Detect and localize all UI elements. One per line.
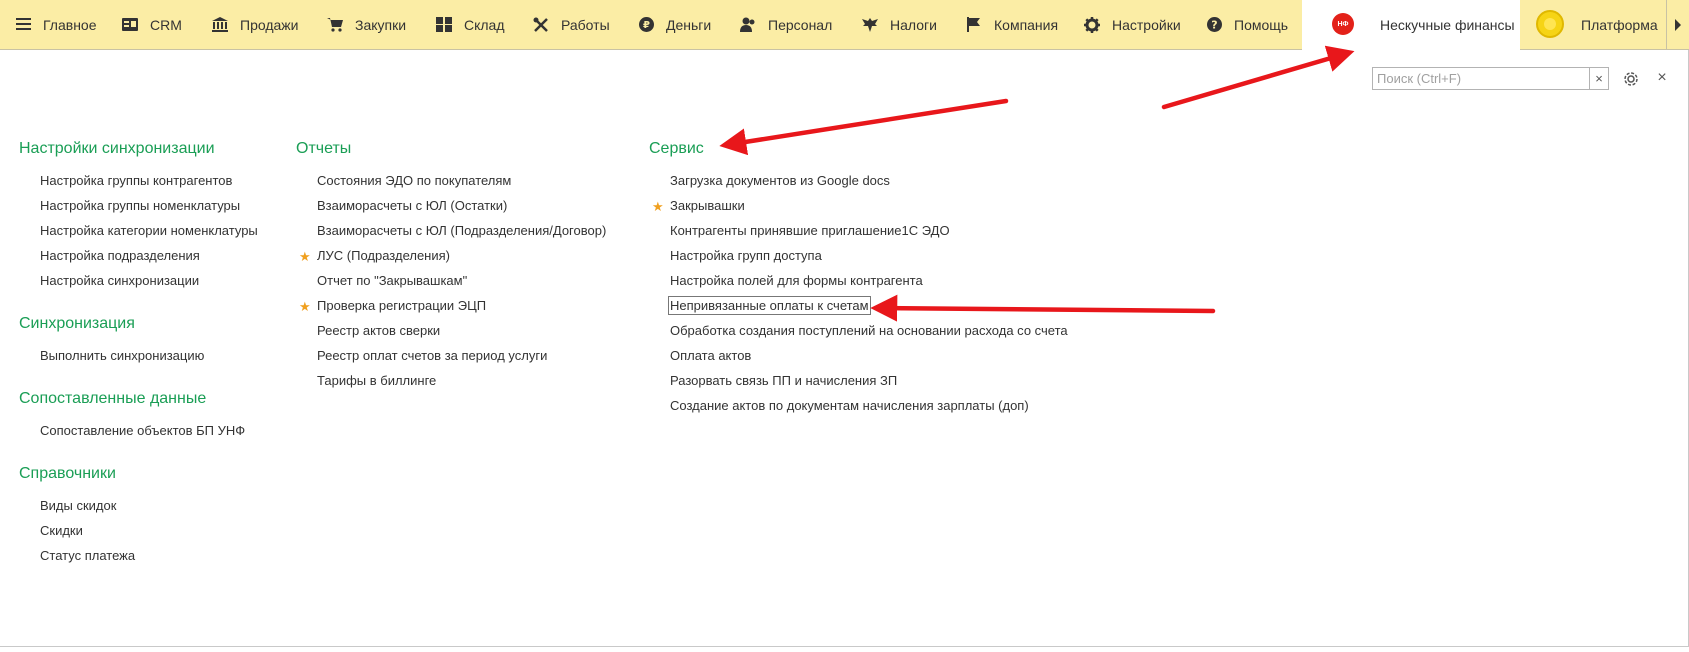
nav-item-label: Склад (464, 16, 505, 33)
menu-scroll-right-button[interactable] (1666, 0, 1689, 49)
nav-item-crm[interactable]: CRM (122, 0, 182, 49)
menu-link[interactable]: Взаиморасчеты с ЮЛ (Подразделения/Догово… (317, 223, 606, 238)
nav-item-label: Компания (994, 16, 1059, 33)
cart-icon (327, 17, 343, 33)
nav-item-main[interactable]: Главное (15, 0, 97, 49)
arrow-to-service-section (719, 98, 1009, 156)
menu-link[interactable]: Настройка группы номенклатуры (40, 198, 240, 213)
nav-item-label: Персонал (768, 16, 833, 33)
warehouse-icon (436, 17, 452, 33)
section-title: Справочники (19, 465, 116, 482)
nav-item-sales[interactable]: Продажи (212, 0, 298, 49)
platform-logo-icon (1536, 10, 1564, 38)
menu-link[interactable]: Контрагенты принявшие приглашение1С ЭДО (670, 223, 950, 238)
favorite-star-icon: ★ (652, 199, 664, 214)
menu-link[interactable]: Скидки (40, 523, 83, 538)
arrow-to-boring-finance (1161, 45, 1355, 110)
nf-logo-icon: НФ (1332, 13, 1354, 35)
search-field[interactable] (1372, 67, 1609, 90)
nav-item-help[interactable]: ? Помощь (1206, 0, 1288, 49)
flag-icon (966, 17, 982, 33)
menu-link[interactable]: Настройка полей для формы контрагента (670, 273, 923, 288)
nav-item-taxes[interactable]: Налоги (862, 0, 937, 49)
bank-icon (212, 17, 228, 33)
people-icon (740, 17, 756, 33)
menu-link[interactable]: Виды скидок (40, 498, 116, 513)
nav-item-company[interactable]: Компания (966, 0, 1058, 49)
svg-text:₽: ₽ (643, 20, 650, 31)
nav-item-label: CRM (150, 16, 182, 33)
nav-item-personnel[interactable]: Персонал (740, 0, 832, 49)
nav-item-settings[interactable]: Настройки (1084, 0, 1181, 49)
tools-icon (533, 17, 549, 33)
nav-item-label: Работы (561, 16, 610, 33)
menu-link[interactable]: Настройка подразделения (40, 248, 200, 263)
nav-item-label: Деньги (666, 16, 712, 33)
menu-link[interactable]: Обработка создания поступлений на основа… (670, 323, 1068, 338)
menu-link[interactable]: Настройка групп доступа (670, 248, 822, 263)
menu-link[interactable]: Реестр актов сверки (317, 323, 440, 338)
menu-link[interactable]: Настройка группы контрагентов (40, 173, 232, 188)
eagle-icon (862, 17, 878, 33)
section-title: Сервис (649, 140, 704, 157)
nav-item-label: Продажи (240, 16, 299, 33)
section-title: Отчеты (296, 140, 352, 157)
nav-item-label: Нескучные финансы (1380, 16, 1515, 33)
nav-item-label: Настройки (1112, 16, 1181, 33)
arrow-to-unlinked-payments (870, 294, 1216, 322)
nav-item-platform[interactable]: Платформа (1581, 0, 1658, 49)
menu-link[interactable]: Закрывашки (670, 198, 745, 213)
search-input[interactable] (1373, 68, 1601, 89)
nav-item-purchases[interactable]: Закупки (327, 0, 406, 49)
menu-link[interactable]: Сопоставление объектов БП УНФ (40, 423, 245, 438)
nav-item-label: Закупки (355, 16, 407, 33)
section-title: Синхронизация (19, 315, 135, 332)
svg-text:?: ? (1211, 19, 1217, 32)
crm-icon (122, 17, 138, 33)
section-title: Сопоставленные данные (19, 390, 207, 407)
nav-item-works[interactable]: Работы (533, 0, 610, 49)
menu-link[interactable]: ЛУС (Подразделения) (317, 248, 450, 263)
menu-link[interactable]: Оплата актов (670, 348, 751, 363)
nav-item-money[interactable]: ₽ Деньги (638, 0, 711, 49)
menu-link[interactable]: Статус платежа (40, 548, 135, 563)
ruble-icon: ₽ (638, 17, 654, 33)
menu-link[interactable]: Разорвать связь ПП и начисления ЗП (670, 373, 897, 388)
menu-link[interactable]: Проверка регистрации ЭЦП (317, 298, 486, 313)
favorite-star-icon: ★ (299, 299, 311, 314)
nav-item-label: Помощь (1234, 16, 1289, 33)
menu-link[interactable]: Настройка категории номенклатуры (40, 223, 258, 238)
menu-link[interactable]: Взаиморасчеты с ЮЛ (Остатки) (317, 198, 507, 213)
section-title: Настройки синхронизации (19, 140, 215, 157)
settings-gear-icon[interactable] (1622, 70, 1640, 88)
menu-link[interactable]: Отчет по "Закрывашкам" (317, 273, 467, 288)
help-icon: ? (1206, 17, 1222, 33)
nav-item-label: Главное (43, 16, 97, 33)
close-button[interactable]: × (1653, 69, 1671, 87)
search-clear-button[interactable]: × (1589, 67, 1609, 90)
nav-item-label: Налоги (890, 16, 937, 33)
gear-icon (1084, 16, 1100, 33)
menu-link[interactable]: Загрузка документов из Google docs (670, 173, 890, 188)
main-menu-bar: Главное CRM Продажи Закупки Склад Работы… (0, 0, 1689, 50)
window-bottom-border (0, 646, 1689, 647)
hamburger-icon (15, 17, 31, 33)
menu-link[interactable]: Тарифы в биллинге (317, 373, 436, 388)
nav-item-warehouse[interactable]: Склад (436, 0, 505, 49)
menu-link-selected[interactable]: Непривязанные оплаты к счетам (668, 296, 871, 315)
menu-link[interactable]: Реестр оплат счетов за период услуги (317, 348, 547, 363)
menu-link[interactable]: Создание актов по документам начисления … (670, 398, 1029, 413)
menu-link[interactable]: Настройка синхронизации (40, 273, 199, 288)
menu-link[interactable]: Состояния ЭДО по покупателям (317, 173, 511, 188)
menu-link[interactable]: Выполнить синхронизацию (40, 348, 204, 363)
favorite-star-icon: ★ (299, 249, 311, 264)
